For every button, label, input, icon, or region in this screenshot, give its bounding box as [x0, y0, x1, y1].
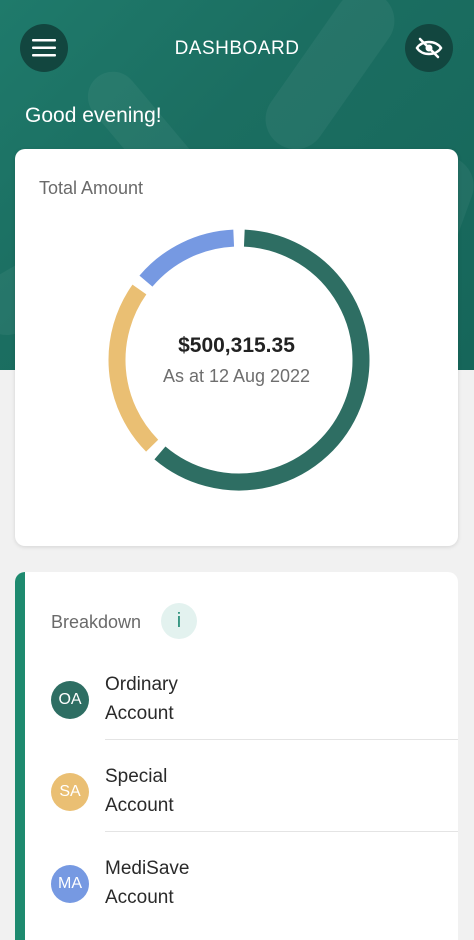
- page-title: DASHBOARD: [174, 38, 300, 59]
- breakdown-title: Breakdown: [51, 612, 142, 632]
- total-amount-card: Total Amount $500,315.35 As at 12 Aug 20…: [15, 149, 458, 546]
- total-amount-value: $500,315.35: [178, 334, 295, 357]
- account-name-line2: Account: [105, 887, 174, 908]
- account-row-special[interactable]: SA Special Account: [15, 740, 458, 832]
- hide-balance-button[interactable]: [405, 24, 453, 72]
- donut-segment-ordinary: [154, 229, 370, 491]
- total-amount-label: Total Amount: [39, 178, 144, 198]
- balance-donut-chart: [108, 229, 370, 491]
- account-name-line2: Account: [105, 703, 174, 724]
- account-badge-ma: MA: [51, 865, 89, 903]
- info-button[interactable]: i: [161, 603, 197, 639]
- account-badge-oa: OA: [51, 681, 89, 719]
- account-name-line1: MediSave: [105, 858, 190, 879]
- account-name-line2: Account: [105, 795, 174, 816]
- as-at-date: As at 12 Aug 2022: [162, 366, 311, 386]
- eye-off-icon: [415, 37, 443, 59]
- account-name-line1: Special: [105, 766, 168, 787]
- breakdown-card: Breakdown i OA Ordinary Account SA Speci…: [15, 572, 458, 940]
- account-badge-sa: SA: [51, 773, 89, 811]
- account-row-ordinary[interactable]: OA Ordinary Account: [15, 648, 458, 740]
- account-name-line1: Ordinary: [105, 674, 178, 695]
- donut-segment-medisave: [139, 229, 235, 287]
- banner-decoration: [253, 0, 407, 161]
- greeting-text: Good evening!: [25, 104, 162, 127]
- account-row-medisave[interactable]: MA MediSave Account: [15, 832, 458, 924]
